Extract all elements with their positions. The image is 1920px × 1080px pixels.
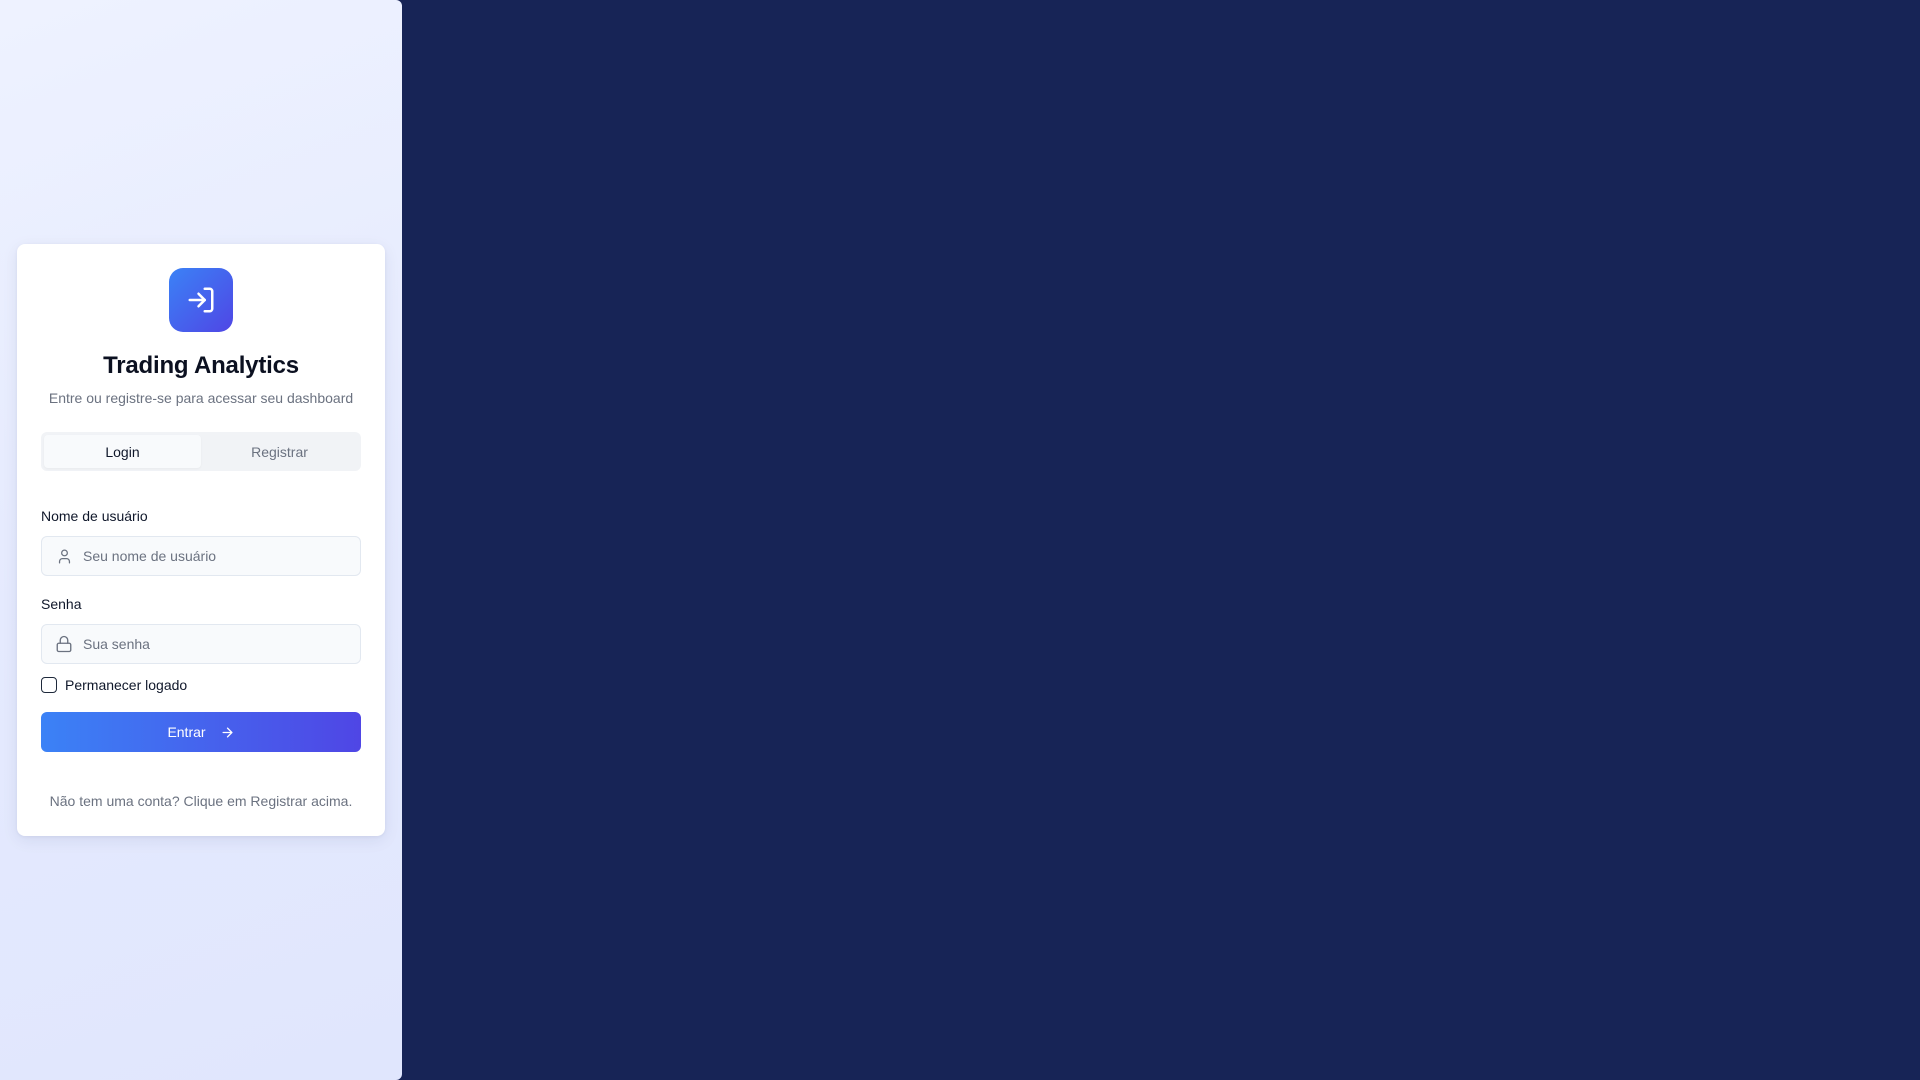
app-logo bbox=[169, 268, 233, 332]
submit-button[interactable]: Entrar bbox=[41, 712, 361, 752]
password-input[interactable] bbox=[83, 625, 360, 663]
remember-me[interactable]: Permanecer logado bbox=[41, 677, 187, 693]
tab-register[interactable]: Registrar bbox=[201, 435, 358, 468]
username-input[interactable] bbox=[83, 537, 360, 575]
submit-label: Entrar bbox=[167, 724, 206, 740]
auth-tabs: Login Registrar bbox=[41, 432, 361, 471]
password-field-wrapper bbox=[41, 624, 361, 664]
arrow-right-icon bbox=[220, 725, 235, 740]
tab-login[interactable]: Login bbox=[44, 435, 201, 468]
password-label: Senha bbox=[41, 596, 82, 612]
remember-label: Permanecer logado bbox=[65, 677, 188, 693]
left-panel: Trading Analytics Entre ou registre-se p… bbox=[0, 0, 402, 1080]
lock-icon bbox=[55, 635, 73, 653]
username-field-wrapper bbox=[41, 536, 361, 576]
register-hint: Não tem uma conta? Clique em Registrar a… bbox=[49, 793, 353, 809]
page-title: Trading Analytics bbox=[103, 352, 299, 379]
username-label: Nome de usuário bbox=[41, 508, 148, 524]
remember-checkbox[interactable] bbox=[41, 677, 57, 693]
page-subtitle: Entre ou registre-se para acessar seu da… bbox=[48, 390, 354, 406]
log-in-icon bbox=[188, 287, 214, 313]
user-icon bbox=[55, 547, 73, 565]
auth-card: Trading Analytics Entre ou registre-se p… bbox=[17, 244, 385, 836]
